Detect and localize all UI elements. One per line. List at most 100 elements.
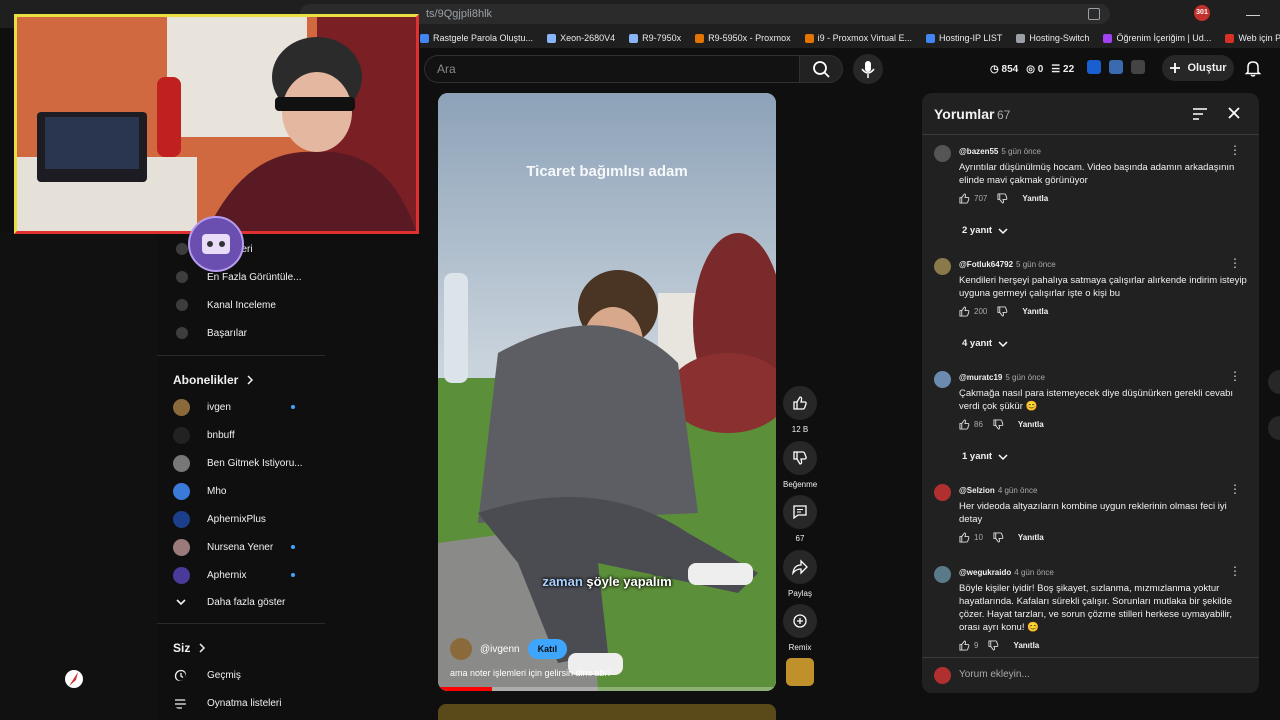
comment-actions: 9 Yanıtla <box>959 640 1039 651</box>
bookmark-favicon-icon <box>804 33 814 43</box>
bookmark-item[interactable]: Xeon-2680V4 <box>547 33 615 43</box>
reply-button[interactable]: Yanıtla <box>1018 420 1044 429</box>
thumbs-up-icon[interactable] <box>959 640 970 651</box>
commenter-avatar[interactable] <box>934 371 951 388</box>
more-vertical-icon[interactable]: ⋮ <box>1229 483 1241 495</box>
join-button[interactable]: Katıl <box>527 639 568 659</box>
thumbs-down-icon[interactable] <box>997 193 1008 204</box>
reply-button[interactable]: Yanıtla <box>1022 307 1048 316</box>
view-replies-button[interactable]: 1 yanıt <box>962 451 1008 462</box>
close-icon[interactable] <box>1226 105 1242 121</box>
reply-button[interactable]: Yanıtla <box>1022 194 1048 203</box>
thumbs-down-icon[interactable] <box>993 532 1004 543</box>
thumbs-up-icon[interactable] <box>959 193 970 204</box>
bookmark-item[interactable]: Rastgele Parola Oluştu... <box>420 33 533 43</box>
extension-badge[interactable]: 301 <box>1194 5 1210 21</box>
search-icon <box>813 61 830 78</box>
next-short-thumbnail[interactable] <box>438 704 776 720</box>
thumbs-down-icon <box>793 451 807 465</box>
comment-like-count: 86 <box>974 420 983 429</box>
comments-count: 67 <box>997 108 1011 122</box>
like-button[interactable]: 12 B <box>783 386 817 434</box>
shorts-video-player[interactable]: Ticaret bağımlısı adam zaman şöyle yapal… <box>438 93 776 691</box>
create-button[interactable]: Oluştur <box>1162 55 1234 81</box>
thumbs-up-icon[interactable] <box>959 306 970 317</box>
video-progress-bar[interactable] <box>438 687 776 691</box>
trophy-icon[interactable] <box>1131 60 1145 74</box>
audio-source-thumbnail[interactable] <box>786 658 814 686</box>
subscription-item[interactable]: Mho <box>157 478 325 504</box>
channel-avatar <box>173 398 190 416</box>
subscriptions-heading[interactable]: Abonelikler <box>173 373 254 387</box>
commenter-avatar[interactable] <box>934 484 951 501</box>
shorts-nav-arrows[interactable] <box>1266 364 1280 444</box>
bookmark-item[interactable]: Web için PowerPoint -... <box>1225 33 1280 43</box>
commenter-name[interactable]: @muratc19 5 gün önce <box>959 373 1045 382</box>
search-button[interactable] <box>799 55 843 83</box>
thumbs-up-icon[interactable] <box>959 419 970 430</box>
remix-button[interactable]: Remix <box>783 604 817 652</box>
more-vertical-icon[interactable]: ⋮ <box>1229 565 1241 577</box>
extension-icon[interactable] <box>1087 60 1101 74</box>
chevron-down-icon <box>998 340 1008 347</box>
share-label: Paylaş <box>787 589 812 598</box>
feather-app-icon[interactable] <box>65 668 83 690</box>
channel-avatar[interactable] <box>450 638 472 660</box>
sidebar-item[interactable]: Başarılar <box>157 320 325 346</box>
channel-name[interactable]: @ivgenn <box>480 644 520 655</box>
more-vertical-icon[interactable]: ⋮ <box>1229 144 1241 156</box>
tab-search-icon[interactable] <box>1088 8 1100 20</box>
voice-search-button[interactable] <box>853 54 883 84</box>
bookmark-item[interactable]: R9-5950x - Proxmox <box>695 33 791 43</box>
thumbs-up-icon[interactable] <box>959 532 970 543</box>
channel-avatar <box>173 566 190 584</box>
subscription-item[interactable]: AphernixPlus <box>157 506 325 532</box>
subscription-item[interactable]: Nursena Yener <box>157 534 325 560</box>
commenter-name[interactable]: @wegukraido 4 gün önce <box>959 568 1054 577</box>
search-input[interactable]: Ara <box>424 55 800 83</box>
reply-button[interactable]: Yanıtla <box>1013 641 1039 650</box>
commenter-name[interactable]: @Selzion 4 gün önce <box>959 486 1037 495</box>
bookmark-item[interactable]: Hosting-IP LIST <box>926 33 1002 43</box>
comment-actions: 10 Yanıtla <box>959 532 1044 543</box>
comment-text: Böyle kişiler iyidir! Boş şikayet, sızla… <box>959 583 1232 633</box>
sort-icon[interactable] <box>1192 107 1208 121</box>
more-vertical-icon[interactable]: ⋮ <box>1229 257 1241 269</box>
reply-button[interactable]: Yanıtla <box>1018 533 1044 542</box>
subscription-item[interactable]: Ben Gitmek İstiyoru... <box>157 450 325 476</box>
studio-icon <box>176 327 188 339</box>
commenter-avatar[interactable] <box>934 145 951 162</box>
bell-icon[interactable] <box>1243 58 1263 78</box>
comment-input[interactable]: Yorum ekleyin... <box>959 669 1030 680</box>
sidebar-item[interactable]: Kanal Inceleme <box>157 292 325 318</box>
thumbs-down-icon[interactable] <box>988 640 999 651</box>
bookmark-item[interactable]: Öğrenim İçeriğim | Ud... <box>1103 33 1211 43</box>
commenter-name[interactable]: @Fotluk64792 5 gün önce <box>959 260 1056 269</box>
subscription-item[interactable]: bnbuff <box>157 422 325 448</box>
subscription-item[interactable]: ivgen <box>157 394 325 420</box>
commenter-name[interactable]: @bazen55 5 gün önce <box>959 147 1041 156</box>
bookmark-item[interactable]: i9 - Proxmox Virtual E... <box>804 33 912 43</box>
subscription-item[interactable]: Aphernix <box>157 562 325 588</box>
dislike-button[interactable]: Beğenme <box>783 441 817 489</box>
share-button[interactable]: Paylaş <box>783 550 817 598</box>
view-replies-button[interactable]: 4 yanıt <box>962 338 1008 349</box>
bookmark-item[interactable]: Hosting-Switch <box>1016 33 1089 43</box>
commenter-avatar[interactable] <box>934 258 951 275</box>
sidebar-item-history[interactable]: Geçmiş <box>157 662 325 688</box>
address-bar[interactable]: ts/9Qgjpli8hlk <box>300 4 1110 24</box>
extension-icon[interactable] <box>1109 60 1123 74</box>
bookmark-item[interactable]: R9-7950x <box>629 33 681 43</box>
view-replies-button[interactable]: 2 yanıt <box>962 225 1008 236</box>
minimize-icon[interactable]: — <box>1246 6 1260 22</box>
show-more-button[interactable]: Daha fazla göster <box>157 589 325 615</box>
thumbs-down-icon[interactable] <box>997 306 1008 317</box>
bookmark-favicon-icon <box>420 33 429 43</box>
commenter-avatar[interactable] <box>934 566 951 583</box>
comments-button[interactable]: 67 <box>783 495 817 543</box>
you-heading[interactable]: Siz <box>173 641 206 655</box>
video-caption[interactable]: ama noter işlemleri için gelirsin dimi a… <box>450 668 612 678</box>
sidebar-item-playlists[interactable]: Oynatma listeleri <box>157 690 325 716</box>
thumbs-down-icon[interactable] <box>993 419 1004 430</box>
more-vertical-icon[interactable]: ⋮ <box>1229 370 1241 382</box>
